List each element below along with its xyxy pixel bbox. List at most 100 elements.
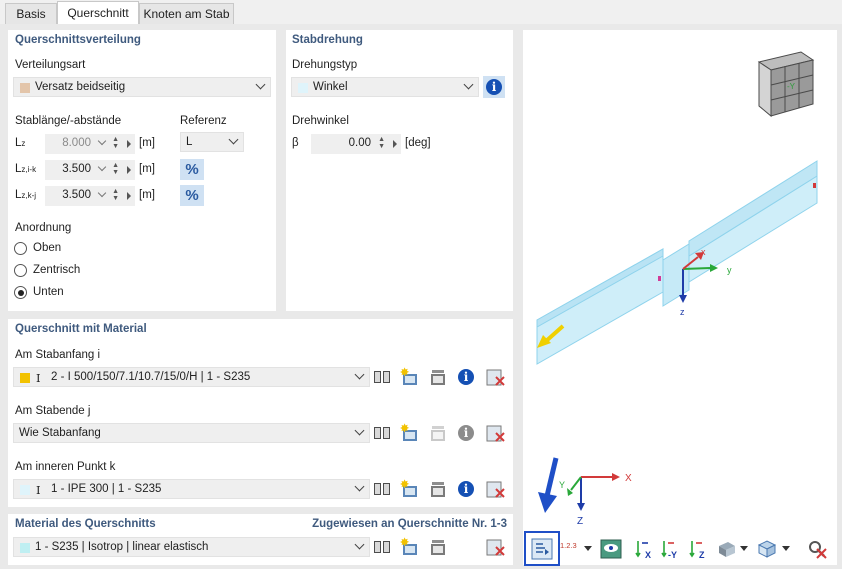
local-axis-x: x (701, 247, 706, 257)
info-button: i (455, 422, 477, 444)
rotation-type-dropdown[interactable]: Winkel (291, 77, 479, 97)
material-dropdown[interactable]: 1 - S235 | Isotrop | linear elastisch (13, 537, 370, 557)
view-3d-icon[interactable] (756, 538, 778, 560)
tab-label: Basis (16, 7, 46, 21)
rotation-type-label: Drehungstyp (292, 59, 358, 71)
inner-section-dropdown[interactable]: I 1 - IPE 300 | 1 - S235 (13, 479, 370, 499)
delete-section-icon[interactable] (484, 422, 506, 444)
info-button[interactable]: i (455, 366, 477, 388)
svg-text:-Y: -Y (668, 550, 677, 560)
spinner-icon[interactable]: ▲ ▼ (112, 136, 119, 150)
material-value: 1 - S235 | Isotrop | linear elastisch (35, 541, 209, 553)
new-section-icon[interactable] (399, 478, 421, 500)
start-section-value: 2 - I 500/150/7.1/10.7/15/0/H | 1 - S235 (51, 371, 251, 383)
length-lzkj-symbol: Lz,k-j (15, 189, 37, 201)
tab-querschnitt[interactable]: Querschnitt (57, 1, 139, 25)
view-x-icon[interactable]: X (634, 538, 656, 560)
render-mode-icon[interactable] (716, 538, 738, 560)
percent-button-lzik[interactable]: % (180, 159, 204, 180)
library-icon[interactable] (371, 536, 393, 558)
edit-material-icon[interactable] (427, 536, 449, 558)
distribution-title: Querschnittsverteilung (15, 34, 141, 46)
chevron-down-icon (97, 188, 107, 198)
delete-section-icon[interactable] (484, 366, 506, 388)
delete-section-icon[interactable] (484, 478, 506, 500)
info-icon: i (458, 481, 474, 497)
library-icon[interactable] (371, 478, 393, 500)
new-section-icon[interactable] (399, 366, 421, 388)
info-button[interactable]: i (455, 478, 477, 500)
new-section-icon[interactable] (399, 422, 421, 444)
radio-zentrisch[interactable] (14, 264, 27, 277)
length-lzkj-input[interactable]: 3.500 ▲ ▼ (45, 186, 135, 206)
tab-knoten-am-stab[interactable]: Knoten am Stab (139, 3, 234, 24)
end-section-dropdown[interactable]: Wie Stabanfang (13, 423, 370, 443)
length-lz-symbol: Lz (15, 137, 26, 149)
navigation-cube[interactable]: -Y (757, 51, 815, 118)
chevron-down-icon (463, 79, 474, 90)
length-lz-value: 8.000 (62, 137, 91, 149)
rotation-angle-value: 0.00 (348, 137, 371, 149)
global-axis-z: Z (577, 516, 583, 527)
transfer-section-icon[interactable] (531, 538, 553, 560)
new-material-icon[interactable] (399, 536, 421, 558)
spinner-icon[interactable]: ▲ ▼ (378, 136, 385, 150)
length-lzik-input[interactable]: 3.500 ▲ ▼ (45, 160, 135, 180)
inner-section-value: 1 - IPE 300 | 1 - S235 (51, 483, 162, 495)
edit-section-icon[interactable] (427, 366, 449, 388)
chevron-down-icon (255, 79, 266, 90)
view-z-icon[interactable]: Z (688, 538, 710, 560)
arrow-right-icon[interactable] (393, 140, 397, 148)
tab-basis[interactable]: Basis (5, 3, 57, 24)
info-icon: i (458, 425, 474, 441)
3d-viewport[interactable]: -Y x y z X Y Z (523, 30, 837, 565)
reset-view-icon[interactable] (806, 538, 828, 560)
section-title: Querschnitt mit Material (15, 323, 147, 335)
rotation-angle-input[interactable]: 0.00 ▲ ▼ (311, 134, 401, 154)
arrow-right-icon[interactable] (127, 192, 131, 200)
caret-down-icon[interactable] (584, 546, 592, 551)
distribution-type-label: Verteilungsart (15, 59, 86, 71)
radio-unten[interactable] (14, 286, 27, 299)
numbering-label: 1.2.3 (560, 541, 577, 550)
reference-value: L (186, 136, 193, 148)
edit-section-icon[interactable] (427, 478, 449, 500)
caret-down-icon[interactable] (782, 546, 790, 551)
color-swatch (20, 543, 30, 553)
percent-button-lzkj[interactable]: % (180, 185, 204, 206)
library-icon[interactable] (371, 422, 393, 444)
arrow-right-icon[interactable] (127, 166, 131, 174)
spinner-icon[interactable]: ▲ ▼ (112, 162, 119, 176)
end-section-value: Wie Stabanfang (19, 427, 101, 439)
numbering-button[interactable]: 1.2.3 (560, 541, 577, 550)
svg-text:X: X (645, 550, 651, 560)
distribution-panel: Querschnittsverteilung Verteilungsart Ve… (8, 30, 276, 311)
delete-material-icon[interactable] (484, 536, 506, 558)
color-swatch (298, 83, 308, 93)
caret-down-icon[interactable] (740, 546, 748, 551)
local-axis-y: y (727, 265, 732, 275)
eye-view-icon[interactable] (600, 538, 622, 560)
reference-dropdown[interactable]: L (180, 132, 244, 152)
library-icon[interactable] (371, 366, 393, 388)
length-lzkj-value: 3.500 (62, 189, 91, 201)
global-axis-x: X (625, 473, 632, 484)
radio-oben[interactable] (14, 242, 27, 255)
chevron-down-icon (354, 481, 365, 492)
start-section-dropdown[interactable]: I 2 - I 500/150/7.1/10.7/15/0/H | 1 - S2… (13, 367, 370, 387)
length-lzik-unit: [m] (139, 163, 155, 175)
view-minus-y-icon[interactable]: -Y (660, 538, 682, 560)
svg-text:Z: Z (699, 550, 705, 560)
length-lz-input[interactable]: 8.000 ▲ ▼ (45, 134, 135, 154)
reference-label: Referenz (180, 115, 227, 127)
spinner-icon[interactable]: ▲ ▼ (112, 188, 119, 202)
chevron-down-icon (354, 539, 365, 550)
arrow-right-icon[interactable] (127, 140, 131, 148)
rotation-angle-unit: [deg] (405, 137, 431, 149)
distribution-type-dropdown[interactable]: Versatz beidseitig (13, 77, 271, 97)
lengths-label: Stablänge/-abstände (15, 115, 122, 127)
info-icon: i (458, 369, 474, 385)
info-button[interactable]: i (483, 76, 505, 98)
edit-section-icon (431, 426, 445, 441)
option-unten-label: Unten (33, 286, 64, 298)
